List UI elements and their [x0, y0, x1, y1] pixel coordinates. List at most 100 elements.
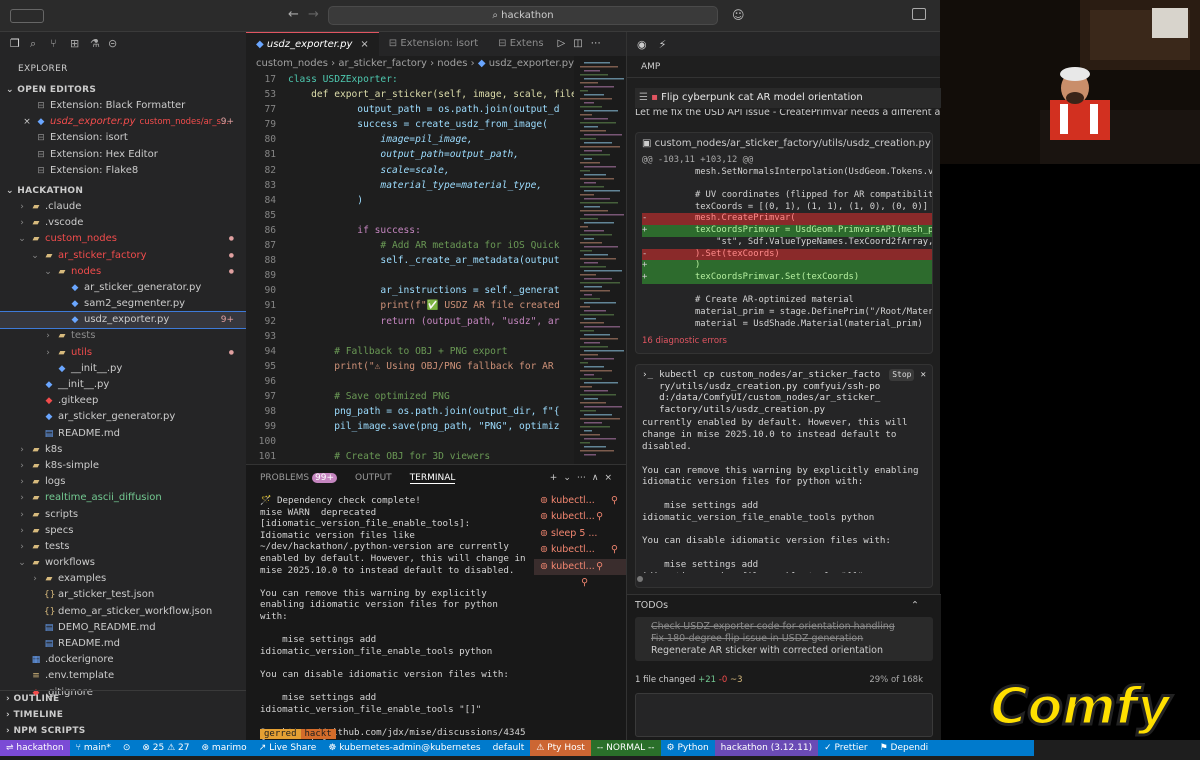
layout-toggle-icon[interactable]: [912, 8, 926, 20]
tree-item[interactable]: › ▰ tests: [0, 328, 246, 344]
sidebar-toggle-icon[interactable]: [10, 9, 44, 23]
open-editor-item[interactable]: × ◆ usdz_exporter.py custom_nodes/ar_s... 9+: [0, 114, 246, 130]
close-icon[interactable]: ×: [22, 114, 32, 130]
tree-item[interactable]: ≡ .env.template: [0, 668, 246, 684]
copilot-icon[interactable]: ◉: [637, 38, 647, 51]
breadcrumb-item[interactable]: usdz_exporter.py: [489, 58, 574, 69]
command-output[interactable]: currently enabled by default. However, t…: [636, 415, 932, 573]
code-line[interactable]: 98 png_path = os.path.join(output_dir, f…: [246, 404, 626, 419]
code-line[interactable]: 91 print(f"✅ USDZ AR file created: [246, 298, 626, 313]
tree-item[interactable]: ▦ .dockerignore: [0, 652, 246, 668]
tab-isort[interactable]: ⊟ Extension: isort: [379, 32, 488, 56]
open-editors-header[interactable]: ⌄ OPEN EDITORS: [0, 82, 246, 98]
tree-item[interactable]: ◆ usdz_exporter.py 9+: [0, 311, 246, 330]
terminal-instance[interactable]: ⊚ kubectl... ⚲: [534, 558, 626, 588]
tree-item[interactable]: › ▰ tests: [0, 539, 246, 555]
status-item[interactable]: default: [487, 740, 531, 756]
terminal-output[interactable]: 🪄 Dependency check complete! mise WARN d…: [260, 495, 528, 750]
tree-item[interactable]: › ▰ k8s: [0, 442, 246, 458]
tree-item[interactable]: › ▰ utils ●: [0, 345, 246, 361]
breadcrumb-item[interactable]: custom_nodes: [256, 58, 328, 69]
tree-item[interactable]: ⌄ ▰ ar_sticker_factory ●: [0, 248, 246, 264]
tree-item[interactable]: ⌄ ▰ workflows: [0, 555, 246, 571]
breadcrumb-item[interactable]: ar_sticker_factory: [338, 58, 427, 69]
npm-scripts-header[interactable]: › NPM SCRIPTS: [0, 723, 246, 739]
code-line[interactable]: 53 def export_ar_sticker(self, image, sc…: [246, 87, 626, 102]
code-line[interactable]: 92 return (output_path, "usdz", ar: [246, 314, 626, 329]
code-line[interactable]: 87 # Add AR metadata for iOS Quick: [246, 238, 626, 253]
code-line[interactable]: 101 # Create OBJ for 3D viewers: [246, 449, 626, 464]
code-line[interactable]: 90 ar_instructions = self._generat: [246, 283, 626, 298]
tree-item[interactable]: ◆ .gitkeep: [0, 393, 246, 409]
collapse-todos-icon[interactable]: ⌃: [911, 595, 919, 617]
terminal-instance[interactable]: ⊚ kubectl... ⚲: [534, 493, 626, 509]
terminal-instance[interactable]: ⊚ sleep 5 ... ⚲: [534, 526, 626, 555]
code-line[interactable]: 81 output_path=output_path,: [246, 147, 626, 162]
status-item[interactable]: ✓ Prettier: [818, 740, 874, 756]
more-icon[interactable]: ⋯: [587, 32, 605, 56]
tree-item[interactable]: › ▰ k8s-simple: [0, 458, 246, 474]
status-item[interactable]: ↗ Live Share: [253, 740, 323, 756]
tree-item[interactable]: ◆ ar_sticker_generator.py: [0, 280, 246, 296]
panel-actions[interactable]: +⌄⋯∧×: [550, 473, 618, 483]
stop-button[interactable]: Stop: [889, 369, 915, 381]
code-line[interactable]: 77 output_path = os.path.join(output_d: [246, 102, 626, 117]
link-icon[interactable]: ⚲: [611, 493, 618, 509]
tree-item[interactable]: ◆ __init__.py: [0, 377, 246, 393]
tree-item[interactable]: ▤ README.md: [0, 426, 246, 442]
thread-list-icon[interactable]: ☰: [639, 92, 648, 103]
tree-item[interactable]: ◆ __init__.py: [0, 361, 246, 377]
link-icon[interactable]: ⚲: [596, 509, 603, 525]
tab-terminal[interactable]: TERMINAL: [409, 473, 456, 484]
open-editor-item[interactable]: ⊟ Extension: isort: [0, 130, 246, 146]
breadcrumb-item[interactable]: nodes: [437, 58, 467, 69]
link-icon[interactable]: ⚲: [611, 542, 618, 558]
code-line[interactable]: 95 print("⚠ Using OBJ/PNG fallback for A…: [246, 359, 626, 374]
open-editor-item[interactable]: ⊟ Extension: Hex Editor: [0, 147, 246, 163]
code-area[interactable]: 17 class USDZExporter: 53 def export_ar_st…: [246, 72, 626, 464]
status-item[interactable]: -- NORMAL --: [590, 740, 661, 756]
collapse-icon[interactable]: ✕: [920, 369, 926, 415]
remote-icon[interactable]: ⊝: [108, 37, 117, 50]
code-line[interactable]: 93: [246, 329, 626, 344]
tree-item[interactable]: › ▰ examples: [0, 571, 246, 587]
tree-item[interactable]: {} ar_sticker_test.json: [0, 587, 246, 603]
code-line[interactable]: 85: [246, 208, 626, 223]
code-line[interactable]: 96: [246, 374, 626, 389]
status-item[interactable]: ⊗ 25 ⚠ 27: [136, 740, 195, 756]
code-line[interactable]: 94 # Fallback to OBJ + PNG export: [246, 344, 626, 359]
status-item[interactable]: ⊛ marimo: [196, 740, 253, 756]
tree-item[interactable]: › ▰ realtime_ascii_diffusion: [0, 490, 246, 506]
command-center-search[interactable]: ⌕ hackathon: [328, 6, 718, 25]
code-line[interactable]: 89: [246, 268, 626, 283]
open-editor-item[interactable]: ⊟ Extension: Black Formatter: [0, 98, 246, 114]
terminal-instance[interactable]: ⊚ kubectl... ⚲: [534, 509, 626, 525]
thread-title-bar[interactable]: ☰ ▪ Flip cyberpunk cat AR model orientat…: [635, 88, 941, 108]
open-editor-item[interactable]: ⊟ Extension: Flake8: [0, 163, 246, 179]
extensions-icon[interactable]: ⊞: [70, 37, 79, 50]
code-line[interactable]: 99 pil_image.save(png_path, "PNG", optim…: [246, 419, 626, 434]
status-item[interactable]: ⊙: [117, 740, 137, 756]
code-line[interactable]: 82 scale=scale,: [246, 163, 626, 178]
workspace-header[interactable]: ⌄ HACKATHON: [0, 183, 246, 199]
code-line[interactable]: 79 success = create_usdz_from_image(: [246, 117, 626, 132]
copilot-icon[interactable]: ☺: [732, 8, 745, 22]
message-input[interactable]: [635, 693, 933, 737]
code-line[interactable]: 84 ): [246, 193, 626, 208]
tree-item[interactable]: ◆ ar_sticker_generator.py: [0, 409, 246, 425]
tree-item[interactable]: ⌄ ▰ nodes ●: [0, 264, 246, 280]
tab-output[interactable]: OUTPUT: [355, 473, 392, 483]
tab-extension[interactable]: ⊟ Extens: [488, 32, 553, 56]
status-item[interactable]: ⇌ hackathon: [0, 740, 70, 756]
tree-item[interactable]: ◆ sam2_segmenter.py: [0, 296, 246, 312]
status-item[interactable]: ☸ kubernetes-admin@kubernetes: [322, 740, 486, 756]
tree-item[interactable]: › ▰ logs: [0, 474, 246, 490]
code-line[interactable]: 86 if success:: [246, 223, 626, 238]
run-icon[interactable]: ▷: [554, 32, 570, 56]
tree-item[interactable]: {} demo_ar_sticker_workflow.json: [0, 604, 246, 620]
code-line[interactable]: 100: [246, 434, 626, 449]
tab-usdz-exporter[interactable]: ◆ usdz_exporter.py ×: [246, 32, 379, 56]
status-item[interactable]: ⑂ main*: [70, 740, 117, 756]
split-editor-icon[interactable]: ◫: [569, 32, 586, 56]
files-icon[interactable]: ❐: [10, 37, 20, 50]
